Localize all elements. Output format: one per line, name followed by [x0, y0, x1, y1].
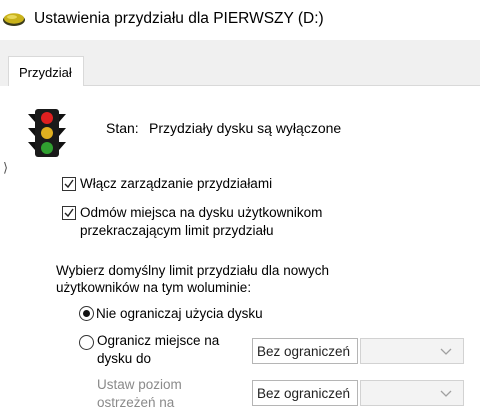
limit-space-label-line2[interactable]: dysku do — [97, 350, 151, 367]
enable-quota-checkbox[interactable] — [62, 177, 76, 191]
warning-level-unit-dropdown[interactable] — [360, 380, 464, 406]
chevron-down-icon — [440, 348, 452, 355]
enable-quota-label[interactable]: Włącz zarządzanie przydziałami — [80, 175, 272, 193]
limit-space-label-line1[interactable]: Ogranicz miejsce na — [97, 332, 219, 349]
deny-space-checkbox[interactable] — [62, 206, 76, 220]
limit-space-unit-dropdown[interactable] — [360, 338, 464, 364]
tab-quota-label: Przydział — [19, 65, 72, 80]
default-limit-line2: użytkowników na tym woluminie: — [56, 280, 252, 295]
no-limit-label[interactable]: Nie ograniczaj użycia dysku — [96, 305, 263, 322]
title-bar: Ustawienia przydziału dla PIERWSZY (D:) — [0, 0, 480, 40]
drive-icon — [3, 13, 25, 26]
tab-strip: Przydział — [0, 40, 480, 87]
deny-space-label-line1[interactable]: Odmów miejsca na dysku użytkownikom — [80, 204, 322, 222]
window-title: Ustawienia przydziału dla PIERWSZY (D:) — [34, 10, 324, 27]
default-limit-line1: Wybierz domyślny limit przydziału dla no… — [56, 263, 329, 278]
traffic-light-icon — [28, 109, 66, 157]
cursor-glyph: ⟩ — [3, 160, 9, 175]
limit-space-input[interactable] — [252, 338, 358, 364]
check-icon — [64, 208, 74, 218]
limit-space-radio[interactable] — [79, 335, 94, 350]
warning-level-input[interactable] — [252, 380, 358, 406]
status-text: Przydziały dysku są wyłączone — [149, 120, 342, 136]
warning-level-label-line1: Ustaw poziom — [97, 377, 182, 392]
check-icon — [64, 179, 74, 189]
deny-space-label-line2[interactable]: przekraczającym limit przydziału — [80, 222, 274, 240]
warning-level-label-line2: ostrzeżeń na — [97, 395, 175, 410]
tab-quota[interactable]: Przydział — [8, 56, 84, 87]
status-label: Stan: — [106, 120, 139, 136]
radio-selected-dot — [83, 310, 90, 317]
chevron-down-icon — [440, 390, 452, 397]
default-limit-description: Wybierz domyślny limit przydziału dla no… — [56, 262, 329, 296]
no-limit-radio[interactable] — [79, 306, 94, 321]
